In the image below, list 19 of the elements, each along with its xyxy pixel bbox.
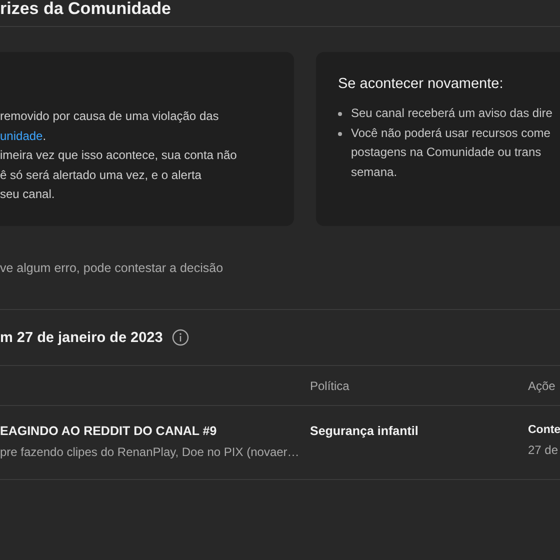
- action-cell: Conte: [528, 424, 560, 436]
- card-paragraph: removido por causa de uma violação das unidade.: [0, 108, 220, 144]
- column-header: Política: [310, 378, 350, 392]
- video-description: pre fazendo clipes do RenanPlay, Doe no PIX (novaer…: [0, 445, 300, 459]
- bullet-text: Você não poderá usar recursos come postagens na Comunidade ou trans semana.: [351, 124, 550, 180]
- appeal-text: ve algum erro, pode contestar a decisão: [0, 261, 224, 275]
- page-title: rizes da Comunidade: [0, 0, 171, 18]
- bullet-icon: [338, 132, 342, 136]
- card-paragraph: imeira vez que isso acontece, sua conta não ê só será alertado uma vez, e o alerta seu canal.: [0, 147, 238, 203]
- section-title: m 27 de janeiro de 2023: [0, 330, 163, 346]
- bullet-icon: [338, 112, 342, 116]
- guidelines-link[interactable]: unidade: [0, 128, 43, 142]
- column-header: Açõe: [528, 378, 556, 392]
- video-title: EAGINDO AO REDDIT DO CANAL #9: [0, 424, 218, 438]
- bullet-text: Seu canal receberá um aviso das dire: [351, 105, 552, 122]
- info-icon[interactable]: [172, 329, 189, 346]
- card-heading: Se acontecer novamente:: [338, 76, 504, 92]
- date-cell-text: 27 de: [528, 443, 560, 457]
- policy-cell-text: Segurança infantil: [310, 424, 420, 438]
